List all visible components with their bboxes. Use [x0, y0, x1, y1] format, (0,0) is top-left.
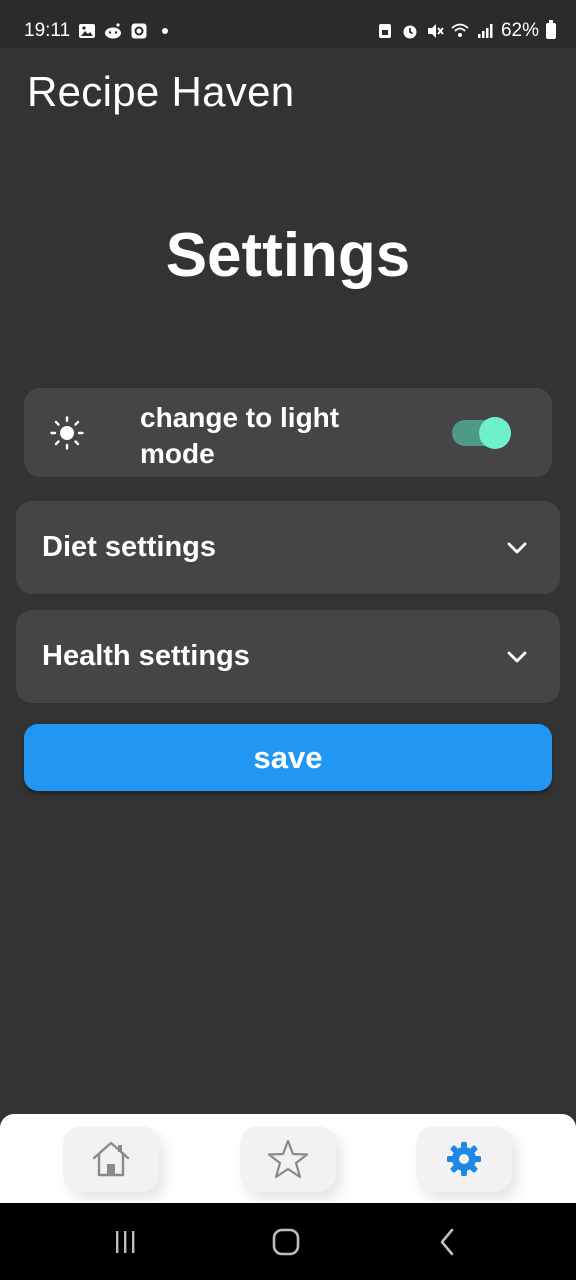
- gallery-icon: [79, 24, 96, 38]
- recent-apps-icon: [116, 1231, 135, 1253]
- chevron-down-icon[interactable]: [506, 537, 528, 559]
- status-bar: 19:11 62%: [0, 0, 576, 48]
- reddit-icon: [105, 23, 122, 39]
- app-notification-icon: [131, 23, 147, 39]
- dot-icon: [162, 28, 169, 34]
- light-mode-toggle[interactable]: [452, 417, 511, 449]
- bottom-nav: [0, 1114, 576, 1203]
- alarm-icon: [403, 25, 417, 39]
- wifi-icon: [451, 23, 469, 37]
- status-right: 62%: [376, 20, 556, 42]
- theme-mode-card: change to light mode: [24, 388, 552, 477]
- sun-icon: [50, 416, 84, 450]
- health-settings-label: Health settings: [42, 640, 250, 672]
- nav-favorites-button[interactable]: [240, 1126, 336, 1192]
- signal-icon: [477, 24, 493, 38]
- battery-percent: 62%: [500, 20, 539, 41]
- status-left: 19:11: [24, 20, 174, 42]
- diet-settings-accordion[interactable]: Diet settings: [16, 501, 560, 594]
- star-icon: [267, 1139, 309, 1179]
- back-icon: [440, 1228, 454, 1256]
- save-button[interactable]: save: [24, 724, 552, 791]
- theme-mode-label: change to light mode: [140, 402, 340, 469]
- status-time: 19:11: [24, 20, 71, 41]
- home-icon: [92, 1141, 130, 1177]
- battery-icon: [546, 20, 556, 39]
- gear-icon: [447, 1142, 481, 1176]
- sim-lock-icon: [378, 24, 391, 38]
- home-system-button[interactable]: [266, 1225, 306, 1259]
- home-system-icon: [272, 1228, 300, 1256]
- page-title: Settings: [165, 221, 411, 290]
- toggle-knob[interactable]: [479, 417, 511, 449]
- chevron-down-icon[interactable]: [506, 646, 528, 668]
- diet-settings-label: Diet settings: [42, 531, 217, 563]
- app-title: Recipe Haven: [27, 68, 295, 115]
- nav-settings-button[interactable]: [416, 1126, 512, 1192]
- nav-home-button[interactable]: [63, 1126, 159, 1192]
- recent-apps-button[interactable]: [105, 1225, 145, 1259]
- system-nav-bar: [0, 1203, 576, 1280]
- mute-icon: [427, 24, 444, 38]
- health-settings-accordion[interactable]: Health settings: [16, 610, 560, 703]
- back-button[interactable]: [428, 1225, 468, 1259]
